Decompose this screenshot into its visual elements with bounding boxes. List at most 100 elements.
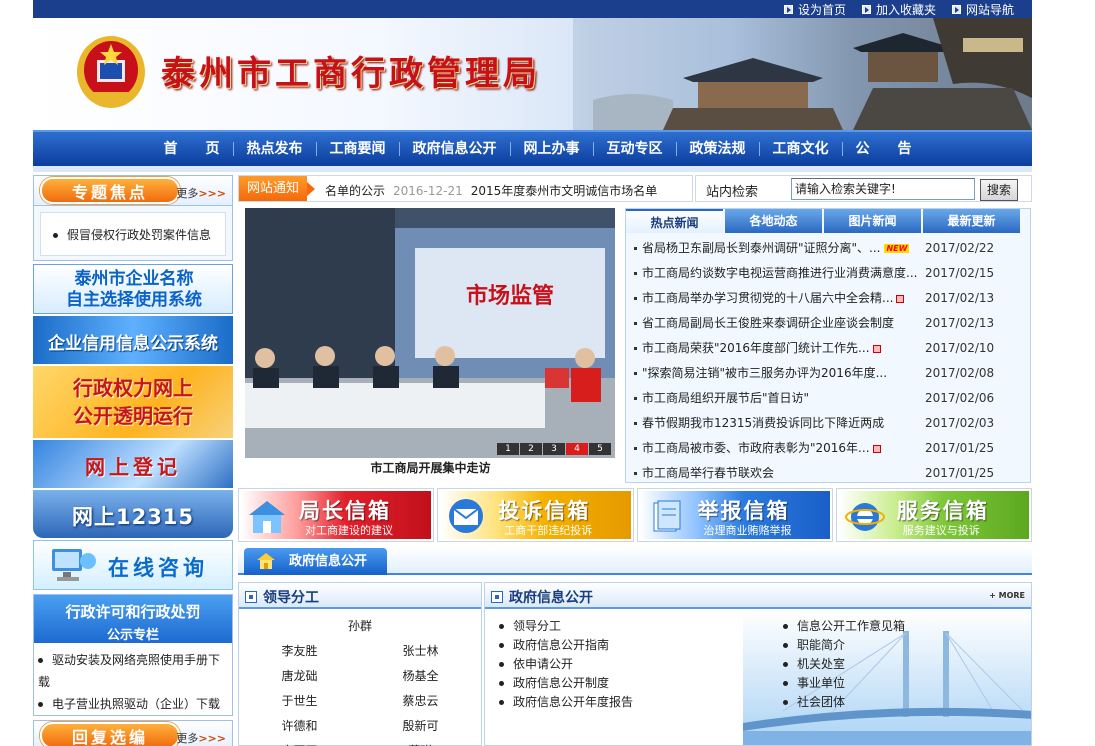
nav-home[interactable]: 首 页 — [151, 142, 234, 156]
online-12315-banner[interactable]: 网上12315 — [33, 490, 233, 538]
add-favorite-link[interactable]: 加入收藏夹 — [861, 1, 936, 18]
notice-item[interactable]: 名单的公示 — [325, 184, 385, 198]
tab-hot-news[interactable]: 热点新闻 — [626, 209, 723, 233]
site-nav-link[interactable]: 网站导航 — [951, 1, 1014, 18]
news-item[interactable]: 市工商局组织开展节后"首日访" 2017/02/06 — [634, 386, 1024, 411]
gov-info-item[interactable]: 政府信息公开制度 — [499, 674, 633, 693]
news-item[interactable]: 省工商局副局长王俊胜来泰调研企业座谈会制度 2017/02/13 — [634, 311, 1024, 336]
nav-online-service[interactable]: 网上办事 — [511, 142, 594, 156]
notice-tag: 网站通知 — [239, 176, 315, 201]
nav-hot[interactable]: 热点发布 — [234, 142, 317, 156]
nav-announcement[interactable]: 公 告 — [843, 142, 925, 156]
focus-item-link[interactable]: 假冒侵权行政处罚案件信息 — [67, 228, 211, 242]
leader-name[interactable]: 杨基全 — [360, 667, 481, 684]
news-item[interactable]: "探索简易注销"被市三服务办评为2016年度... 2017/02/08 — [634, 361, 1024, 386]
news-item[interactable]: 市工商局荣获"2016年度部门统计工作先... 2017/02/10 — [634, 336, 1024, 361]
focus-title: 专题焦点 — [40, 177, 180, 204]
news-date: 2017/02/15 — [925, 266, 995, 280]
photo-caption[interactable]: 市工商局开展集中走访 — [238, 459, 623, 476]
tab-local-news[interactable]: 各地动态 — [725, 209, 822, 233]
bullet-icon — [783, 624, 788, 629]
leader-name[interactable]: 于世生 — [239, 692, 360, 709]
search-button[interactable]: 搜索 — [980, 179, 1018, 201]
news-item[interactable]: 市工商局举行春节联欢会 2017/01/25 — [634, 461, 1024, 486]
focus-more-link[interactable]: 更多>>> — [176, 185, 226, 201]
more-arrows-icon: >>> — [198, 187, 226, 200]
bullet-icon — [634, 247, 637, 250]
nav-news[interactable]: 工商要闻 — [317, 142, 400, 156]
slide-page-2[interactable]: 2 — [520, 443, 542, 455]
notice-marquee[interactable]: 名单的公示 2016-12-21 2015年度泰州市文明诚信市场名单 — [325, 182, 685, 199]
slide-page-3[interactable]: 3 — [543, 443, 565, 455]
bullet-icon — [499, 624, 504, 629]
reply-more-link[interactable]: 更多>>> — [176, 730, 226, 746]
leader-name[interactable]: 张士林 — [360, 642, 481, 659]
gov-info-list-1: 领导分工 政府信息公开指南 依申请公开 政府信息公开制度 政府信息公开年度报告 — [499, 617, 633, 712]
leader-duties-panel: 领导分工 孙群 李友胜张士林唐龙础杨基全于世生蔡忠云许德和殷新可李亚平葛琪 — [238, 582, 482, 746]
house-icon — [249, 501, 285, 533]
bullet-icon — [783, 643, 788, 648]
news-item[interactable]: 市工商局举办学习贯彻党的十八届六中全会精... 2017/02/13 — [634, 286, 1024, 311]
director-mailbox[interactable]: 局长信箱 对工商建设的建议 — [238, 488, 435, 542]
news-item[interactable]: 市工商局约谈数字电视运营商推进行业消费满意度... 2017/02/15 — [634, 261, 1024, 286]
license-penalty-header[interactable]: 行政许可和行政处罚 公示专栏 — [34, 595, 232, 643]
leader-name[interactable]: 李亚平 — [239, 742, 360, 746]
document-icon — [653, 500, 680, 532]
gov-info-item[interactable]: 信息公开工作意见箱 — [783, 617, 905, 636]
news-item[interactable]: 市工商局被市委、市政府表彰为"2016年... 2017/01/25 — [634, 436, 1024, 461]
slide-page-1[interactable]: 1 — [497, 443, 519, 455]
news-date: 2017/02/10 — [925, 341, 995, 355]
gov-info-item[interactable]: 机关处室 — [783, 655, 905, 674]
service-mailbox[interactable]: 服务信箱 服务建议与投诉 — [835, 488, 1032, 542]
list-item[interactable]: 电子营业执照驱动（企业）下载 — [38, 693, 228, 715]
notice-item[interactable]: 2015年度泰州市文明诚信市场名单 — [471, 184, 658, 198]
tab-latest[interactable]: 最新更新 — [923, 209, 1020, 233]
enterprise-name-banner[interactable]: 泰州市企业名称 自主选择使用系统 — [33, 264, 233, 314]
gov-info-item[interactable]: 职能简介 — [783, 636, 905, 655]
leader-names: 李友胜张士林唐龙础杨基全于世生蔡忠云许德和殷新可李亚平葛琪 — [239, 642, 481, 746]
search-input[interactable]: 请输入检索关键字! — [791, 178, 975, 200]
complaint-mailbox[interactable]: 投诉信箱 工商干部违纪投诉 — [437, 488, 634, 542]
leader-name[interactable]: 许德和 — [239, 717, 360, 734]
nav-interaction[interactable]: 互动专区 — [594, 142, 677, 156]
gov-info-item[interactable]: 事业单位 — [783, 674, 905, 693]
credit-system-banner[interactable]: 企业信用信息公示系统 — [33, 316, 233, 364]
photo-sign-text: 市场监管 — [466, 283, 554, 309]
leader-name[interactable]: 李友胜 — [239, 642, 360, 659]
bullet-icon — [634, 347, 637, 350]
nav-gov-info[interactable]: 政府信息公开 — [400, 142, 511, 156]
leader-name[interactable]: 唐龙础 — [239, 667, 360, 684]
slide-page-4[interactable]: 4 — [566, 443, 588, 455]
gov-info-item[interactable]: 领导分工 — [499, 617, 633, 636]
arrow-icon — [861, 5, 871, 14]
gov-info-item[interactable]: 政府信息公开指南 — [499, 636, 633, 655]
gov-info-item[interactable]: 政府信息公开年度报告 — [499, 693, 633, 712]
tab-photo-news[interactable]: 图片新闻 — [824, 209, 921, 233]
leader-name[interactable]: 蔡忠云 — [360, 692, 481, 709]
slide-page-5[interactable]: 5 — [589, 443, 611, 455]
news-item[interactable]: 春节假期我市12315消费投诉同比下降近两成 2017/02/03 — [634, 411, 1024, 436]
set-homepage-link[interactable]: 设为首页 — [783, 1, 846, 18]
list-item[interactable]: 驱动安装及网络亮照使用手册下载 — [38, 649, 228, 693]
news-date: 2017/02/03 — [925, 416, 995, 430]
leader-name[interactable]: 殷新可 — [360, 717, 481, 734]
more-link[interactable]: + MORE — [989, 591, 1025, 600]
focus-header: 专题焦点 更多>>> — [33, 175, 233, 205]
gov-info-item[interactable]: 社会团体 — [783, 693, 905, 712]
nav-culture[interactable]: 工商文化 — [760, 142, 843, 156]
section-icon — [491, 591, 503, 603]
online-consult-banner[interactable]: 在线咨询 — [33, 540, 233, 590]
slide-pager: 1 2 3 4 5 — [497, 443, 611, 455]
envelope-icon — [449, 499, 484, 533]
photo-slideshow[interactable]: 市场监管 1 2 3 4 5 — [245, 208, 615, 458]
news-item[interactable]: 省局杨卫东副局长到泰州调研"证照分离"、... NEW 2017/02/22 — [634, 236, 1024, 261]
report-mailbox[interactable]: 举报信箱 治理商业贿赂举报 — [636, 488, 833, 542]
gov-info-bar: 政府信息公开 — [238, 547, 1032, 575]
admin-power-banner[interactable]: 行政权力网上 公开透明运行 — [33, 366, 233, 438]
leader-name[interactable]: 葛琪 — [360, 742, 481, 746]
nav-policy[interactable]: 政策法规 — [677, 142, 760, 156]
site-title: 泰州市工商行政管理局 — [161, 54, 541, 94]
online-register-banner[interactable]: 网上登记 — [33, 440, 233, 488]
gov-info-item[interactable]: 依申请公开 — [499, 655, 633, 674]
leader-name[interactable]: 孙群 — [239, 617, 481, 634]
